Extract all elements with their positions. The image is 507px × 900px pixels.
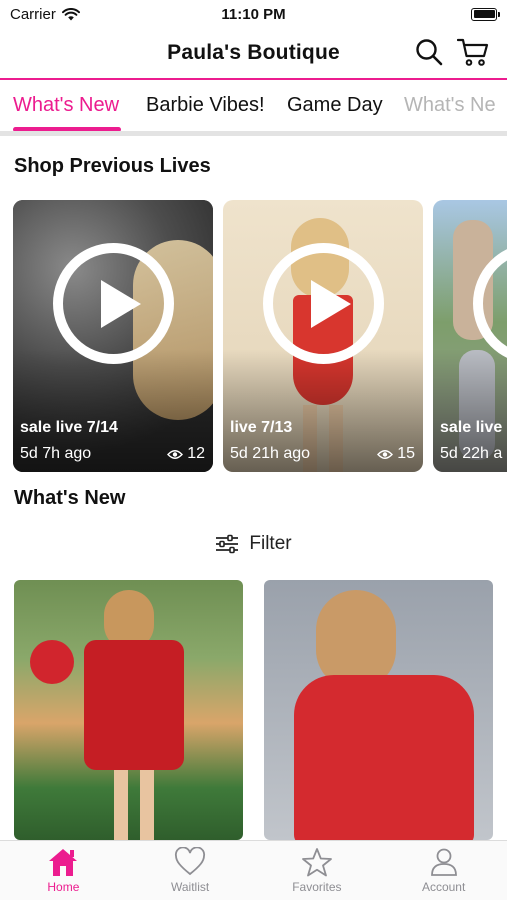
live-views: 15: [377, 445, 415, 463]
bottom-tab-bar: Home Waitlist Favorites Account: [0, 840, 507, 900]
live-title: sale live 7/14: [20, 419, 118, 436]
product-image: [264, 580, 493, 840]
live-card[interactable]: sale live 5d 22h a: [433, 200, 507, 472]
status-time: 11:10 PM: [221, 5, 286, 23]
tabbar-item-account[interactable]: Account: [380, 841, 507, 900]
whats-new-title: What's New: [14, 487, 126, 509]
battery-icon: [471, 7, 500, 21]
filter-label: Filter: [249, 533, 292, 554]
tabbar-label: Account: [421, 880, 466, 894]
tab-whats-new[interactable]: What's New: [13, 94, 119, 117]
category-tabs: What's New Barbie Vibes! Game Day What's…: [0, 80, 507, 136]
live-view-count: 12: [187, 445, 205, 462]
live-card[interactable]: live 7/13 5d 21h ago 15: [223, 200, 423, 472]
play-icon[interactable]: [263, 243, 384, 364]
wifi-icon: [61, 7, 80, 20]
live-view-count: 15: [397, 445, 415, 462]
tabbar-label: Home: [47, 880, 80, 894]
filter-icon: [216, 534, 239, 554]
tabbar-item-waitlist[interactable]: Waitlist: [127, 841, 254, 900]
eye-icon: [167, 449, 184, 459]
eye-icon: [377, 449, 394, 459]
product-card[interactable]: [264, 580, 493, 840]
app-title: Paula's Boutique: [167, 41, 340, 64]
live-views: 12: [167, 445, 205, 463]
live-title: live 7/13: [230, 419, 293, 436]
live-time-ago: 5d 22h a: [440, 445, 503, 462]
heart-icon: [175, 847, 206, 876]
tabbar-label: Favorites: [292, 880, 342, 894]
tab-whats-new-2[interactable]: What's Ne: [404, 94, 496, 117]
tab-game-day[interactable]: Game Day: [287, 94, 383, 117]
active-tab-indicator: [13, 127, 121, 131]
previous-lives-carousel[interactable]: sale live 7/14 5d 7h ago 12 live 7/13 5d…: [13, 200, 507, 472]
tabbar-item-favorites[interactable]: Favorites: [254, 841, 381, 900]
cart-icon[interactable]: [457, 37, 489, 67]
live-time-ago: 5d 7h ago: [20, 445, 92, 462]
app-header: Paula's Boutique: [0, 28, 507, 78]
carrier-label: Carrier: [10, 5, 56, 23]
person-icon: [430, 848, 457, 876]
carrier-group: Carrier: [10, 6, 80, 23]
status-bar: Carrier 11:10 PM: [0, 0, 507, 28]
tabbar-item-home[interactable]: Home: [0, 841, 127, 900]
live-title: sale live: [440, 419, 503, 436]
search-icon[interactable]: [415, 38, 443, 66]
home-icon: [49, 849, 78, 876]
product-image: [14, 580, 243, 840]
tabbar-label: Waitlist: [171, 880, 210, 894]
live-card[interactable]: sale live 7/14 5d 7h ago 12: [13, 200, 213, 472]
previous-lives-title: Shop Previous Lives: [14, 155, 211, 177]
filter-button[interactable]: Filter: [0, 533, 507, 555]
live-time-ago: 5d 21h ago: [230, 445, 311, 462]
star-icon: [301, 848, 332, 877]
product-card[interactable]: [14, 580, 243, 840]
play-icon[interactable]: [53, 243, 174, 364]
tab-barbie-vibes[interactable]: Barbie Vibes!: [146, 94, 265, 117]
